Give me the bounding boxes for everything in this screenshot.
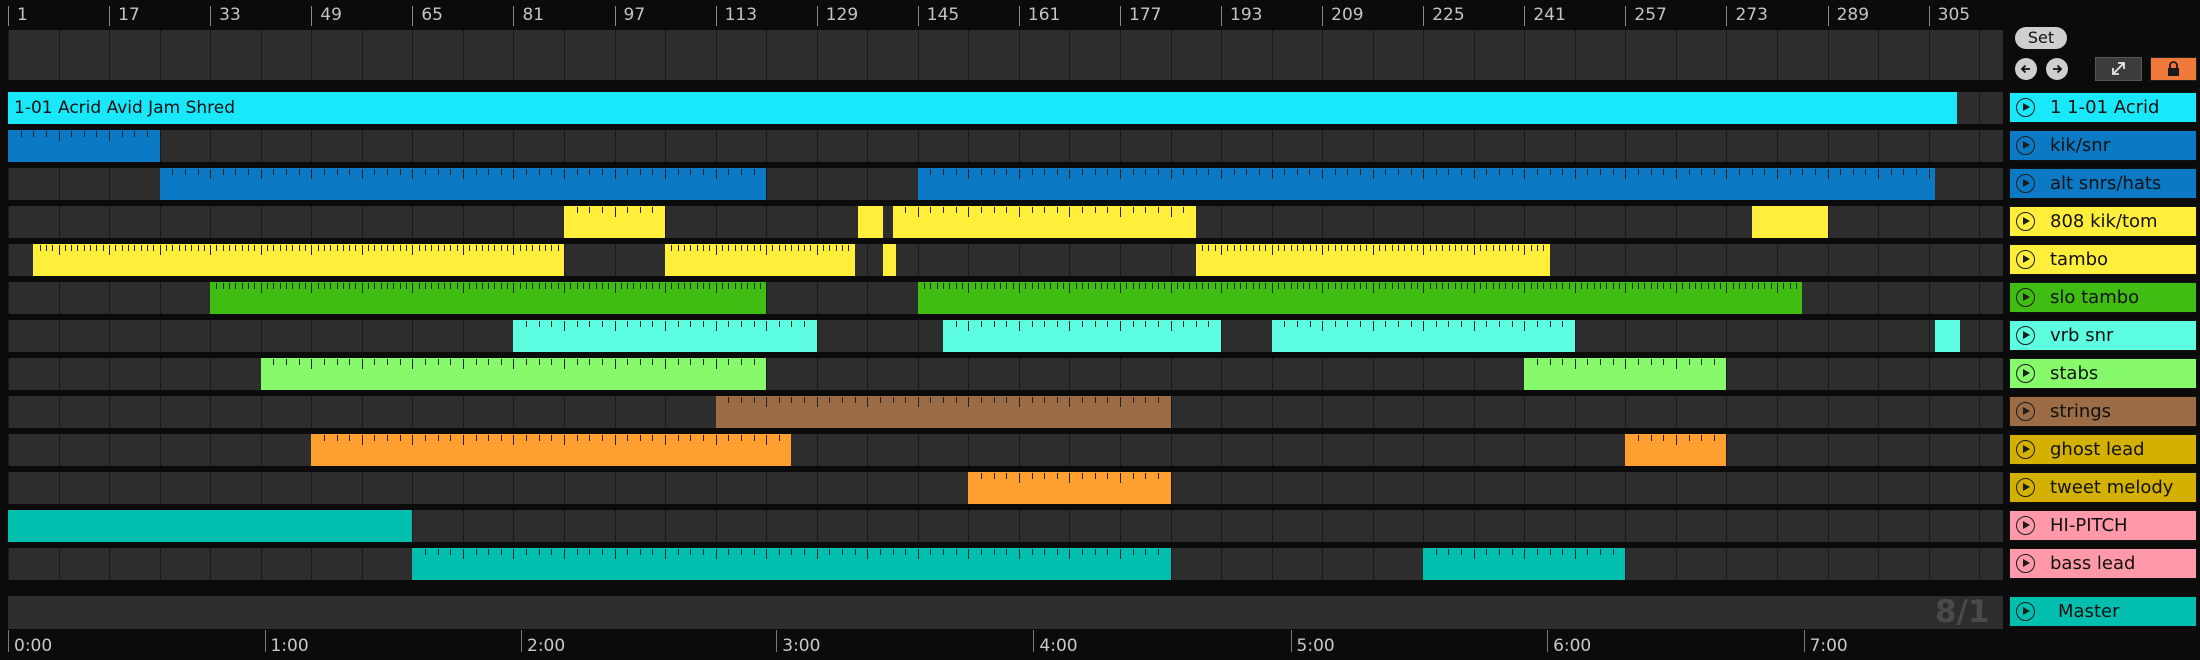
track-name: tambo <box>2050 249 2109 270</box>
master-label: Master <box>2058 601 2120 622</box>
master-row[interactable] <box>8 596 2003 629</box>
expand-button[interactable] <box>2095 57 2142 81</box>
play-icon[interactable] <box>2016 174 2035 193</box>
track-headers: 1 1-01 Acrid kik/snr alt snrs/hats 808 kik/… <box>0 0 2200 660</box>
track-header[interactable]: tweet melody <box>2009 472 2197 503</box>
play-icon[interactable] <box>2016 326 2035 345</box>
time-label: 1:00 <box>270 636 309 656</box>
track-header[interactable]: stabs <box>2009 358 2197 389</box>
track-name: bass lead <box>2050 553 2136 574</box>
play-icon[interactable] <box>2016 440 2035 459</box>
time-label: 5:00 <box>1296 636 1335 656</box>
play-icon[interactable] <box>2016 516 2035 535</box>
track-header[interactable]: 808 kik/tom <box>2009 206 2197 237</box>
play-icon[interactable] <box>2016 364 2035 383</box>
time-tick <box>1547 630 1549 652</box>
track-header[interactable]: HI-PITCH <box>2009 510 2197 541</box>
track-name: 808 kik/tom <box>2050 211 2158 232</box>
track-header[interactable]: kik/snr <box>2009 130 2197 161</box>
play-icon[interactable] <box>2016 98 2035 117</box>
arrow-right-icon <box>2053 64 2063 74</box>
time-ruler[interactable]: 0:00 1:00 2:00 3:00 4:00 5:00 6:00 7:00 <box>0 628 2003 660</box>
time-label: 6:00 <box>1553 636 1592 656</box>
track-name: tweet melody <box>2050 477 2174 498</box>
track-name: strings <box>2050 401 2112 422</box>
play-icon[interactable] <box>2016 288 2035 307</box>
time-tick <box>1033 630 1035 652</box>
track-name: alt snrs/hats <box>2050 173 2162 194</box>
track-header[interactable]: slo tambo <box>2009 282 2197 313</box>
time-tick <box>1290 630 1292 652</box>
time-label: 0:00 <box>14 636 53 656</box>
play-icon[interactable] <box>2016 402 2035 421</box>
track-name: HI-PITCH <box>2050 515 2128 536</box>
play-icon[interactable] <box>2016 212 2035 231</box>
previous-locator-button[interactable] <box>2015 58 2037 80</box>
time-label: 7:00 <box>1809 636 1848 656</box>
track-name: slo tambo <box>2050 287 2140 308</box>
track-header[interactable]: 1 1-01 Acrid <box>2009 92 2197 123</box>
set-button-label: Set <box>2027 28 2055 47</box>
master-track-header[interactable]: Master <box>2009 596 2197 627</box>
track-name: kik/snr <box>2050 135 2111 156</box>
play-icon[interactable] <box>2016 136 2035 155</box>
track-header[interactable]: bass lead <box>2009 548 2197 579</box>
arrow-left-icon <box>2020 64 2030 74</box>
play-icon[interactable] <box>2016 250 2035 269</box>
track-header[interactable]: alt snrs/hats <box>2009 168 2197 199</box>
time-tick <box>264 630 266 652</box>
track-header[interactable]: tambo <box>2009 244 2197 275</box>
track-header[interactable]: strings <box>2009 396 2197 427</box>
track-name: vrb snr <box>2050 325 2114 346</box>
play-icon[interactable] <box>2016 554 2035 573</box>
time-label: 4:00 <box>1039 636 1078 656</box>
expand-icon <box>2112 62 2125 75</box>
track-name: ghost lead <box>2050 439 2145 460</box>
arrangement-view: 1 17 33 49 65 81 97 113 129 145 161 177 193 209 225 241… <box>0 0 2200 660</box>
master-time-signature: 8/1 <box>1935 594 1990 630</box>
set-button[interactable]: Set <box>2015 27 2067 49</box>
track-header[interactable]: vrb snr <box>2009 320 2197 351</box>
time-label: 2:00 <box>527 636 566 656</box>
time-tick <box>1803 630 1805 652</box>
time-label: 3:00 <box>782 636 821 656</box>
time-tick <box>8 630 9 652</box>
track-header[interactable]: ghost lead <box>2009 434 2197 465</box>
lock-icon <box>2168 61 2179 76</box>
time-tick <box>776 630 778 652</box>
track-name: 1 1-01 Acrid <box>2050 97 2160 118</box>
next-locator-button[interactable] <box>2046 58 2068 80</box>
time-tick <box>521 630 523 652</box>
play-icon[interactable] <box>2016 602 2035 621</box>
lock-button[interactable] <box>2150 57 2197 81</box>
play-icon[interactable] <box>2016 478 2035 497</box>
track-name: stabs <box>2050 363 2099 384</box>
